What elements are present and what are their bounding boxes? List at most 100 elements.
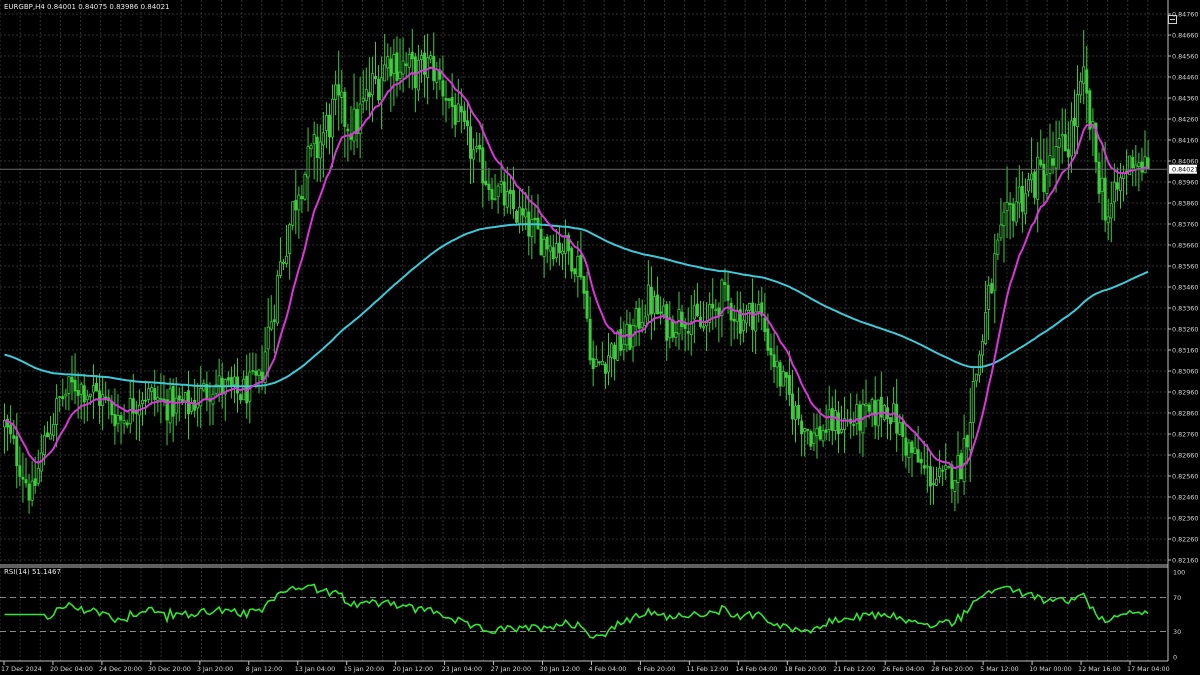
price-axis-label: 0.82460: [1172, 494, 1198, 502]
candle-body: [573, 268, 577, 275]
candle-body: [481, 147, 485, 184]
price-axis-label: 0.82260: [1172, 536, 1198, 544]
chart-header: EURGBP,H4 0.84001 0.84075 0.83986 0.8402…: [4, 3, 170, 11]
candle-body: [285, 255, 289, 265]
candle-body: [395, 52, 399, 81]
candle-body: [226, 377, 230, 381]
price-axis-label: 0.82560: [1172, 473, 1198, 481]
candle-body: [1063, 134, 1067, 152]
candle-body: [723, 282, 727, 285]
candle-body: [291, 201, 295, 226]
candle-body: [944, 465, 948, 470]
candle-body: [373, 76, 377, 79]
candle-body: [383, 64, 387, 82]
candle-body: [1036, 156, 1040, 200]
candle-body: [913, 447, 917, 455]
candle-body: [1072, 117, 1076, 126]
price-chart[interactable]: 0.847600.846600.845600.844600.843600.842…: [0, 0, 1200, 675]
candle-body: [928, 466, 932, 487]
candle-body: [812, 432, 816, 444]
candle-body: [818, 426, 822, 440]
candle-body: [591, 358, 595, 370]
chart-background: [0, 0, 1200, 675]
candle-body: [435, 69, 439, 83]
candle-body: [1131, 156, 1135, 169]
candle-body: [794, 405, 798, 420]
time-axis-label: 28 Feb 20:00: [931, 665, 973, 673]
candle-body: [282, 261, 286, 264]
rsi-axis-label: 70: [1173, 594, 1181, 602]
candle-body: [251, 369, 255, 372]
price-axis-label: 0.84460: [1172, 74, 1198, 82]
candle-body: [36, 468, 40, 484]
candle-body: [444, 98, 448, 101]
candle-body: [1122, 173, 1126, 179]
candle-body: [977, 354, 981, 376]
candle-body: [456, 103, 460, 122]
candle-body: [640, 322, 644, 328]
candle-body: [355, 109, 359, 134]
candle-body: [453, 105, 457, 125]
candle-body: [1020, 185, 1024, 212]
candle-body: [588, 318, 592, 361]
candle-body: [300, 196, 304, 200]
rsi-axis-label: 100: [1173, 569, 1185, 577]
candle-body: [275, 275, 279, 324]
candle-body: [508, 189, 512, 194]
candle-body: [447, 98, 451, 101]
candle-body: [984, 312, 988, 344]
candle-body: [174, 397, 178, 414]
candle-body: [177, 395, 181, 401]
candle-body: [714, 309, 718, 312]
candle-body: [278, 261, 282, 276]
candle-body: [462, 110, 466, 122]
candle-body: [64, 393, 68, 397]
current-price-label: 0.84021: [1172, 166, 1198, 174]
time-axis-label: 26 Feb 04:00: [882, 665, 924, 673]
candle-body: [1045, 174, 1049, 194]
time-axis-label: 14 Feb 04:00: [735, 665, 777, 673]
candle-body: [524, 208, 528, 218]
time-axis-label: 6 Feb 20:00: [637, 665, 675, 673]
candle-body: [441, 80, 445, 97]
candle-body: [407, 54, 411, 68]
candle-body: [156, 396, 160, 401]
candle-body: [757, 303, 761, 313]
candle-body: [576, 256, 580, 278]
candle-body: [1066, 149, 1070, 158]
candle-body: [469, 126, 473, 159]
candle-body: [680, 311, 684, 328]
candle-body: [784, 372, 788, 378]
candle-body: [692, 305, 696, 320]
candle-body: [901, 421, 905, 437]
candle-body: [956, 455, 960, 483]
candle-body: [1106, 216, 1110, 224]
candle-body: [597, 361, 601, 364]
candle-body: [386, 56, 390, 69]
candle-body: [968, 422, 972, 451]
time-axis-label: 21 Feb 12:00: [833, 665, 875, 673]
candle-body: [751, 302, 755, 330]
candle-body: [159, 398, 163, 400]
candle-body: [515, 210, 519, 223]
chart-shift-icon[interactable]: [1168, 15, 1177, 24]
candle-body: [990, 283, 994, 294]
candle-body: [806, 428, 810, 431]
candle-body: [113, 414, 117, 427]
time-axis-label: 11 Feb 12:00: [686, 665, 728, 673]
candle-body: [551, 247, 555, 260]
candle-body: [303, 173, 307, 200]
candle-body: [950, 464, 954, 489]
candle-body: [297, 194, 301, 211]
candle-body: [803, 428, 807, 432]
candle-body: [58, 396, 62, 398]
candle-body: [183, 392, 187, 402]
candle-body: [1088, 90, 1092, 130]
candle-body: [545, 236, 549, 250]
candle-body: [389, 58, 393, 77]
candle-body: [193, 399, 197, 411]
candle-body: [67, 376, 71, 394]
candle-body: [790, 393, 794, 420]
price-axis-label: 0.83960: [1172, 179, 1198, 187]
candle-body: [465, 120, 469, 127]
